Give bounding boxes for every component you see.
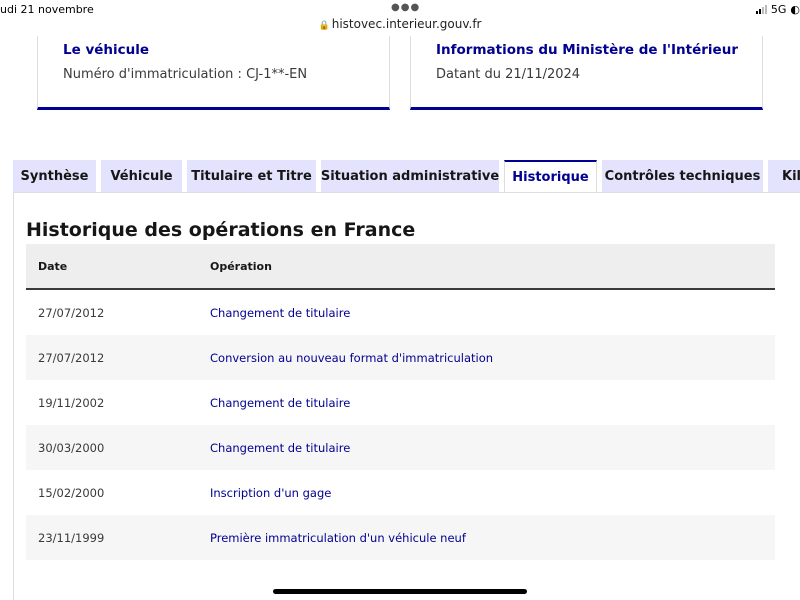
report-date: Datant du 21/11/2024 [436,67,581,82]
row-operation: Changement de titulaire [210,396,351,410]
table-row: 27/07/2012 Conversion au nouveau format … [26,335,775,380]
row-date: 23/11/1999 [38,531,105,545]
row-date: 27/07/2012 [38,351,105,365]
tab-historique[interactable]: Historique [504,160,597,193]
row-date: 27/07/2012 [38,306,105,320]
section-title: Historique des opérations en France [26,219,416,241]
network-label: 5G [770,3,787,16]
row-date: 30/03/2000 [38,441,105,455]
tab-vehicule[interactable]: Véhicule [101,160,182,192]
table-row: 19/11/2002 Changement de titulaire [26,380,775,425]
vehicle-card-title: Le véhicule [63,42,150,58]
header-operation: Opération [210,260,272,273]
ministry-card-title: Informations du Ministère de l'Intérieur [436,42,738,58]
tab-situation-administrative[interactable]: Situation administrative [321,160,499,192]
header-date: Date [38,260,68,273]
tab-synthese[interactable]: Synthèse [13,160,96,192]
operations-table: Date Opération 27/07/2012 Changement de … [26,244,775,560]
table-row: 30/03/2000 Changement de titulaire [26,425,775,470]
status-time: udi 21 novembre [0,3,94,16]
row-date: 19/11/2002 [38,396,105,410]
table-header: Date Opération [26,244,775,290]
vehicle-card: Le véhicule Numéro d'immatriculation : C… [37,36,390,110]
row-operation: Changement de titulaire [210,306,351,320]
address-bar[interactable]: 🔒 histovec.interieur.gouv.fr [0,17,800,31]
tab-kilometrage[interactable]: Kilo [768,160,800,192]
table-row: 23/11/1999 Première immatriculation d'un… [26,515,775,560]
signal-icon [755,5,767,14]
url-text: histovec.interieur.gouv.fr [331,17,482,31]
tab-controles-techniques[interactable]: Contrôles techniques [602,160,763,192]
tab-bar: Synthèse Véhicule Titulaire et Titre Sit… [0,160,800,193]
ministry-card: Informations du Ministère de l'Intérieur… [410,36,763,110]
more-dots-icon[interactable]: ●●● [391,2,420,13]
registration-number: Numéro d'immatriculation : CJ-1**-EN [63,67,308,82]
status-bar: udi 21 novembre ●●● 🔒 histovec.interieur.… [0,0,800,36]
row-operation: Conversion au nouveau format d'immatricu… [210,351,494,365]
battery-icon: ◐ [790,3,800,16]
row-operation: Changement de titulaire [210,441,351,455]
tab-titulaire-titre[interactable]: Titulaire et Titre [187,160,316,192]
home-indicator[interactable] [273,589,527,594]
row-date: 15/02/2000 [38,486,105,500]
row-operation: Inscription d'un gage [210,486,332,500]
table-row: 27/07/2012 Changement de titulaire [26,290,775,335]
lock-icon: 🔒 [318,21,330,31]
table-row: 15/02/2000 Inscription d'un gage [26,470,775,515]
row-operation: Première immatriculation d'un véhicule n… [210,531,466,545]
status-indicators: 5G ◐ [755,3,800,16]
